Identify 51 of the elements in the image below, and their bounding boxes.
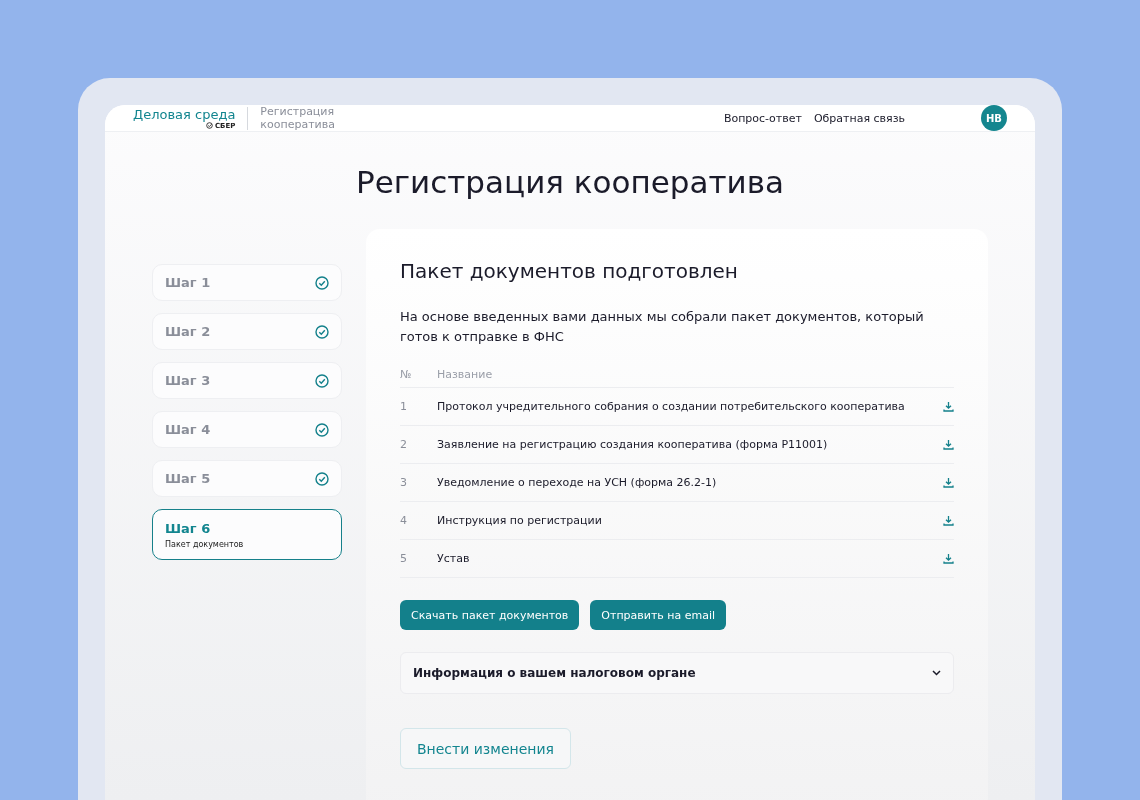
- step-label: Шаг 2: [165, 324, 211, 339]
- check-circle-icon: [315, 324, 329, 339]
- download-icon[interactable]: [943, 553, 954, 564]
- section-name: Регистрация: [260, 105, 335, 118]
- step-item[interactable]: Шаг 6 Пакет документов: [152, 509, 342, 560]
- step-item[interactable]: Шаг 3: [152, 362, 342, 399]
- download-icon[interactable]: [943, 515, 954, 526]
- step-label: Шаг 4: [165, 422, 211, 437]
- step-label: Шаг 5: [165, 471, 211, 486]
- check-circle-icon: [315, 471, 329, 486]
- accordion-header[interactable]: Информация о вашем налоговом органе: [400, 652, 954, 694]
- check-circle-icon: [315, 422, 329, 437]
- step-item[interactable]: Шаг 2: [152, 313, 342, 350]
- step-label: Шаг 1: [165, 275, 211, 290]
- row-number: 3: [400, 476, 408, 489]
- row-number: 4: [400, 514, 408, 527]
- action-button[interactable]: Отправить на email: [590, 600, 727, 630]
- document-name: Протокол учредительного собрания о создании потребительского кооператива: [437, 400, 906, 413]
- brand-name: Деловая среда: [133, 106, 236, 122]
- user-avatar[interactable]: НВ: [981, 105, 1007, 131]
- step-subtitle: Пакет документов: [165, 539, 244, 549]
- document-name: Заявление на регистрацию создания кооператива (форма Р11001): [437, 438, 829, 451]
- step-label: Шаг 6: [165, 520, 212, 536]
- step-item[interactable]: Шаг 1: [152, 264, 342, 301]
- step-label: Шаг 3: [165, 373, 211, 388]
- step-item[interactable]: Шаг 4: [152, 411, 342, 448]
- document-name: Уведомление о переходе на УСН (форма 26.2-1): [437, 476, 718, 489]
- check-circle-icon: [315, 275, 329, 290]
- card-description: На основе введенных вами данных мы собрали пакет документов, который готов к отправке в ФНС: [400, 308, 925, 346]
- logo-icon: [205, 122, 213, 129]
- nav-link[interactable]: Вопрос-ответ: [723, 111, 802, 125]
- card-heading: Пакет документов подготовлен: [400, 259, 739, 283]
- accordion-title: Информация о вашем налоговом органе: [413, 666, 696, 680]
- page-title: Регистрация кооператива: [355, 164, 785, 200]
- column-header: №: [400, 367, 413, 381]
- row-number: 5: [400, 552, 408, 565]
- check-circle-icon: [315, 373, 329, 388]
- edit-button[interactable]: Внести изменения: [400, 728, 571, 769]
- download-icon[interactable]: [943, 401, 954, 412]
- nav-link[interactable]: Обратная связь: [813, 111, 905, 125]
- section-name: кооператива: [260, 118, 335, 131]
- action-button[interactable]: Скачать пакет документов: [400, 600, 580, 630]
- download-icon[interactable]: [943, 439, 954, 450]
- step-item[interactable]: Шаг 5: [152, 460, 342, 497]
- document-name: Инструкция по регистрации: [437, 514, 603, 527]
- row-number: 2: [400, 438, 408, 451]
- document-name: Устав: [437, 552, 471, 565]
- download-icon[interactable]: [943, 477, 954, 488]
- chevron-icon: [932, 670, 941, 676]
- column-header: Название: [437, 367, 494, 381]
- row-number: 1: [400, 400, 408, 413]
